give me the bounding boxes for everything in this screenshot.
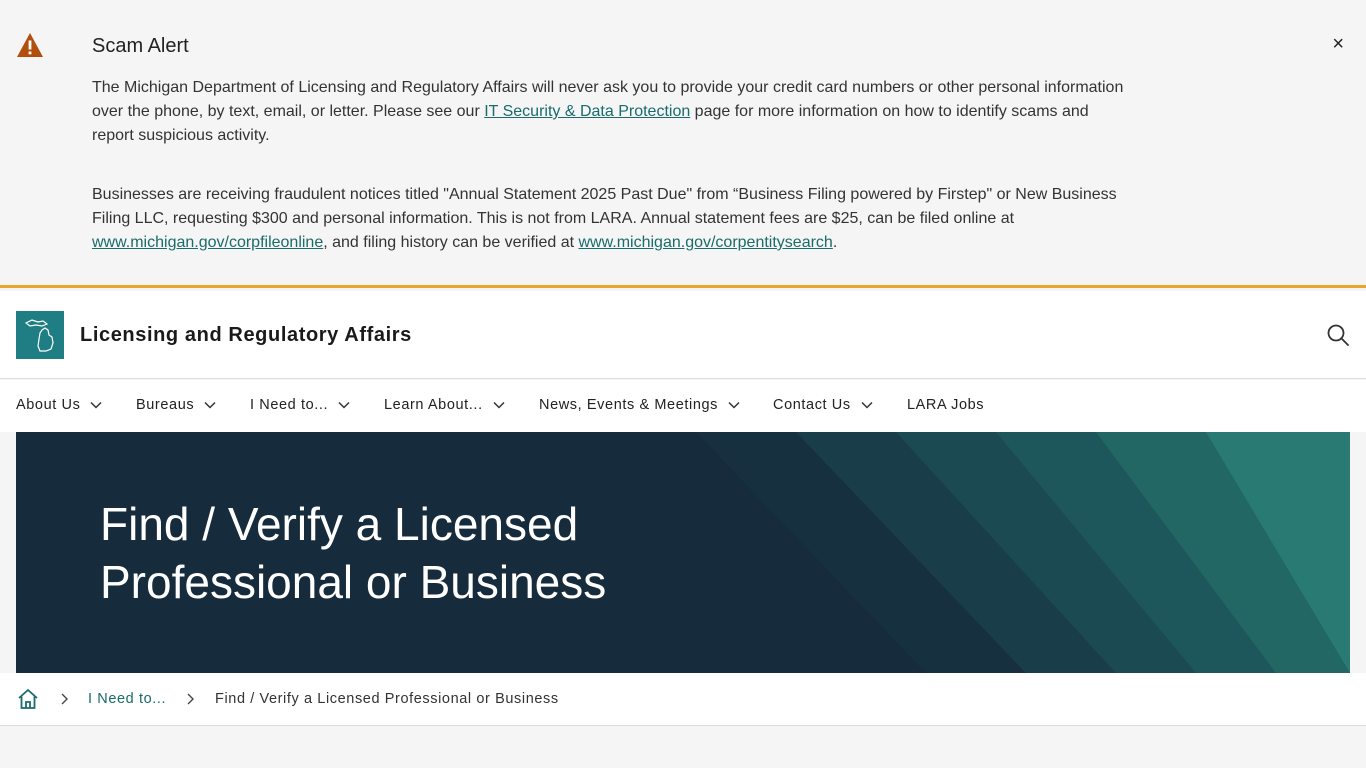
chevron-down-icon [861,401,873,409]
chevron-down-icon [90,401,102,409]
nav-item-learn-about[interactable]: Learn About... [384,397,505,413]
alert-paragraph: The Michigan Department of Licensing and… [92,79,1124,144]
breadcrumb-current: Find / Verify a Licensed Professional or… [215,691,559,707]
michigan-map-icon [24,319,54,352]
it-security-link[interactable]: IT Security & Data Protection [484,103,690,120]
nav-item-bureaus[interactable]: Bureaus [136,397,216,413]
warning-icon [17,33,43,57]
alert-paragraph: Businesses are receiving fraudulent noti… [92,186,1117,251]
nav-item-news-events[interactable]: News, Events & Meetings [539,397,740,413]
corpentitysearch-link[interactable]: www.michigan.gov/corpentitysearch [578,234,832,251]
site-title[interactable]: Licensing and Regulatory Affairs [80,324,412,347]
hero-banner: Find / Verify a Licensed Professional or… [16,432,1350,673]
corpfileonline-link[interactable]: www.michigan.gov/corpfileonline [92,234,323,251]
chevron-down-icon [338,401,350,409]
site-header: Licensing and Regulatory Affairs [0,291,1366,379]
chevron-down-icon [493,401,505,409]
home-icon[interactable] [16,687,40,711]
breadcrumb: I Need to... Find / Verify a Licensed Pr… [0,673,1366,726]
nav-item-lara-jobs[interactable]: LARA Jobs [907,397,984,413]
chevron-down-icon [728,401,740,409]
main-nav: About Us Bureaus I Need to... Learn Abou… [0,380,1366,432]
search-icon[interactable] [1326,323,1350,347]
close-icon[interactable]: × [1332,34,1344,54]
chevron-right-icon [187,693,194,705]
michigan-logo[interactable] [16,311,64,359]
alert-title: Scam Alert [92,35,189,57]
nav-item-i-need-to[interactable]: I Need to... [250,397,350,413]
page-title: Find / Verify a Licensed Professional or… [100,498,607,608]
scam-alert-banner: Scam Alert × The Michigan Department of … [0,0,1366,288]
breadcrumb-link-i-need-to[interactable]: I Need to... [88,691,166,707]
chevron-right-icon [61,693,68,705]
chevron-down-icon [204,401,216,409]
nav-item-about-us[interactable]: About Us [16,397,102,413]
nav-item-contact-us[interactable]: Contact Us [773,397,873,413]
alert-body: The Michigan Department of Licensing and… [92,76,1127,290]
